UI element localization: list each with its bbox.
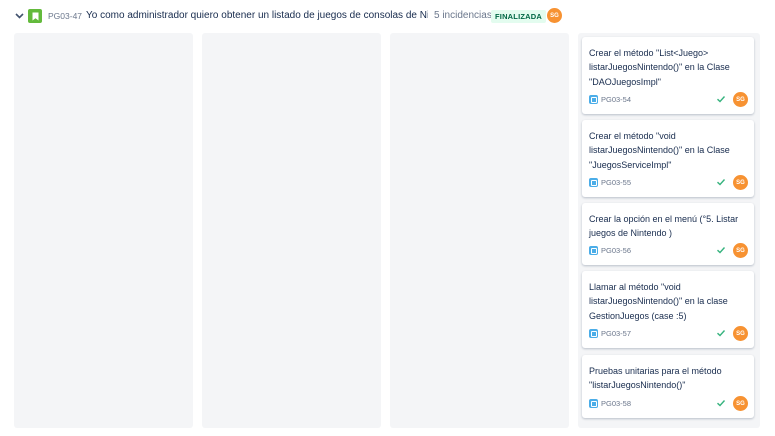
board-column-3 — [390, 33, 569, 428]
card-key[interactable]: PG03-56 — [601, 245, 631, 256]
avatar[interactable]: SG — [733, 326, 748, 341]
chevron-down-icon[interactable] — [13, 10, 25, 22]
check-icon — [717, 330, 726, 337]
board-column-4: Crear el método "List<Juego> listarJuego… — [578, 33, 760, 428]
card-footer: PG03-55 SG — [589, 175, 748, 190]
issue-card[interactable]: Pruebas unitarias para el método "listar… — [582, 355, 754, 418]
avatar[interactable]: SG — [733, 243, 748, 258]
board-column-2 — [202, 33, 381, 428]
avatar[interactable]: SG — [547, 8, 562, 23]
subtask-icon — [589, 399, 598, 408]
check-icon — [717, 96, 726, 103]
issue-card[interactable]: Crear el método "void listarJuegosNinten… — [582, 120, 754, 197]
card-key[interactable]: PG03-55 — [601, 177, 631, 188]
card-footer: PG03-56 SG — [589, 243, 748, 258]
card-key[interactable]: PG03-54 — [601, 94, 631, 105]
subtask-icon — [589, 329, 598, 338]
card-title: Crear el método "void listarJuegosNinten… — [589, 131, 730, 170]
avatar[interactable]: SG — [733, 175, 748, 190]
card-footer: PG03-57 SG — [589, 326, 748, 341]
avatar[interactable]: SG — [733, 92, 748, 107]
subtask-icon — [589, 246, 598, 255]
epic-header: PG03-47 Yo como administrador quiero obt… — [0, 0, 775, 33]
card-key[interactable]: PG03-57 — [601, 328, 631, 339]
avatar[interactable]: SG — [733, 396, 748, 411]
epic-key[interactable]: PG03-47 — [48, 10, 82, 22]
issue-card[interactable]: Llamar al método "void listarJuegosNinte… — [582, 271, 754, 348]
card-key[interactable]: PG03-58 — [601, 398, 631, 409]
card-title: Pruebas unitarias para el método "listar… — [589, 366, 722, 391]
board-column-1 — [14, 33, 193, 428]
issue-count: 5 incidencias — [434, 10, 492, 21]
card-title: Crear el método "List<Juego> listarJuego… — [589, 48, 730, 87]
subtask-icon — [589, 178, 598, 187]
card-title: Crear la opción en el menú (°5. Listar j… — [589, 214, 739, 239]
card-footer: PG03-58 SG — [589, 396, 748, 411]
issue-card[interactable]: Crear el método "List<Juego> listarJuego… — [582, 37, 754, 114]
check-icon — [717, 400, 726, 407]
card-footer: PG03-54 SG — [589, 92, 748, 107]
issue-card[interactable]: Crear la opción en el menú (°5. Listar j… — [582, 203, 754, 265]
status-badge: FINALIZADA — [491, 10, 546, 23]
bookmark-icon — [28, 9, 42, 23]
check-icon — [717, 247, 726, 254]
card-title: Llamar al método "void listarJuegosNinte… — [589, 282, 728, 321]
subtask-icon — [589, 95, 598, 104]
epic-title[interactable]: Yo como administrador quiero obtener un … — [86, 9, 428, 23]
check-icon — [717, 179, 726, 186]
